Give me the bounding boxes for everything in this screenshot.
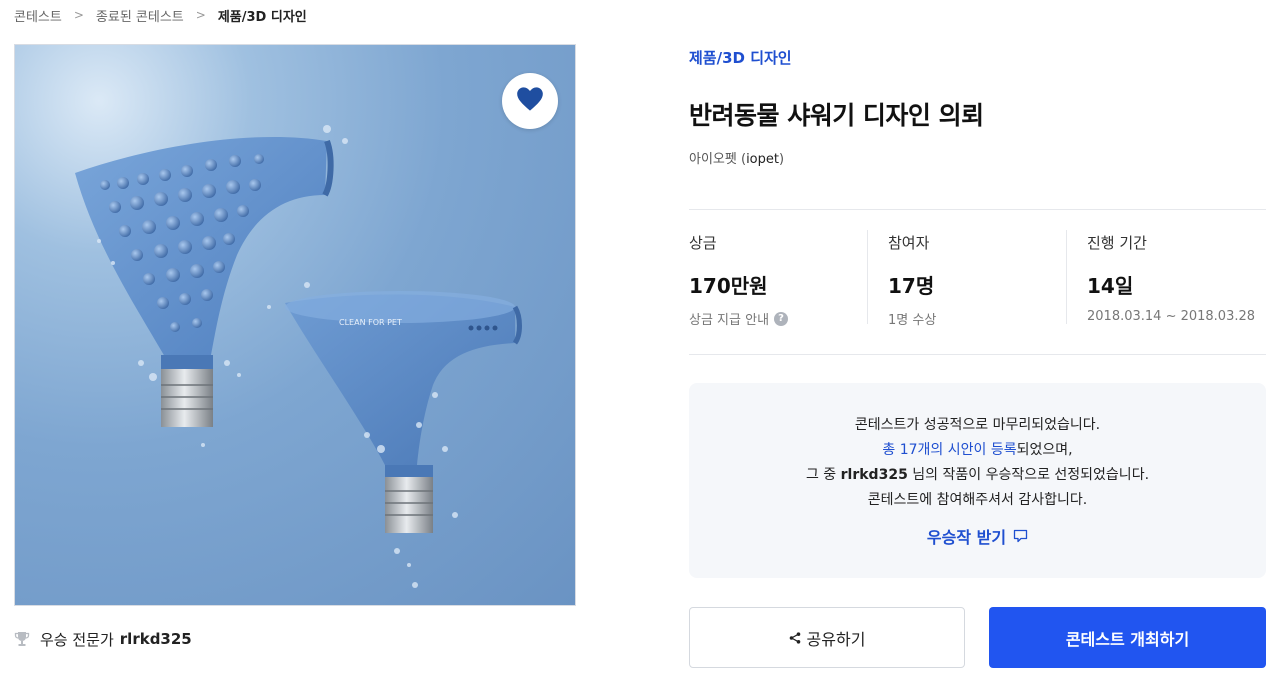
notice-line-3: 그 중 rlrkd325 님의 작품이 우승작으로 선정되었습니다. <box>689 463 1266 488</box>
contest-complete-notice: 콘테스트가 성공적으로 마무리되었습니다. 총 17개의 시안이 등록되었으며,… <box>689 383 1266 578</box>
right-shower-connector <box>385 477 433 533</box>
breadcrumb: 콘테스트 > 종료된 콘테스트 > 제품/3D 디자인 <box>14 6 307 25</box>
prize-payment-guide-label: 상금 지급 안내 <box>689 313 770 328</box>
notice-winner-name: rlrkd325 <box>840 467 908 483</box>
stat-participants-label: 참여자 <box>888 234 930 252</box>
stat-duration: 진행 기간 14일 2018.03.14 ~ 2018.03.28 <box>1087 230 1266 326</box>
comment-icon <box>1013 529 1028 543</box>
notice-line-2: 총 17개의 시안이 등록되었으며, <box>689 438 1266 463</box>
left-shower-connector <box>161 369 213 427</box>
notice-line-1: 콘테스트가 성공적으로 마무리되었습니다. <box>854 417 1101 433</box>
help-icon[interactable]: ? <box>774 311 789 326</box>
winner-row: 우승 전문가 rlrkd325 <box>14 627 192 651</box>
trophy-icon <box>14 631 30 647</box>
host-name: 아이오펫 <box>689 152 737 167</box>
product-print-text: CLEAN FOR PET <box>339 318 402 327</box>
stat-participants-sub: 1명 수상 <box>888 313 937 328</box>
stat-duration-label: 진행 기간 <box>1087 234 1147 252</box>
stat-duration-dates: 2018.03.14 ~ 2018.03.28 <box>1087 309 1256 324</box>
divider <box>689 209 1266 210</box>
host-id: iopet <box>746 152 779 167</box>
prize-payment-guide[interactable]: 상금 지급 안내 ? <box>689 309 859 328</box>
share-button[interactable]: 공유하기 <box>689 607 965 668</box>
winner-name[interactable]: rlrkd325 <box>120 630 192 648</box>
contest-category[interactable]: 제품/3D 디자인 <box>689 47 792 68</box>
notice-line-3-pre: 그 중 <box>805 467 841 483</box>
contest-title: 반려동물 샤워기 디자인 의뢰 <box>689 101 984 130</box>
submission-count-link[interactable]: 총 17개의 시안이 등록 <box>882 442 1016 458</box>
chevron-right-icon: > <box>195 8 206 22</box>
get-winning-work-link[interactable]: 우승작 받기 <box>927 524 1028 548</box>
stat-prize-label: 상금 <box>689 234 717 252</box>
divider <box>689 354 1266 355</box>
stat-duration-value: 14일 <box>1087 274 1134 298</box>
like-button[interactable] <box>502 73 558 129</box>
stat-prize-value: 170만원 <box>689 274 768 298</box>
notice-line-4: 콘테스트에 참여해주셔서 감사합니다. <box>867 492 1088 508</box>
notice-line-2-rest: 되었으며, <box>1016 442 1073 458</box>
stat-participants: 참여자 17명 1명 수상 <box>888 230 1058 328</box>
stat-prize: 상금 170만원 상금 지급 안내 ? <box>689 230 859 328</box>
pet-shower-illustration: CLEAN FOR PET <box>75 125 522 588</box>
share-button-label: 공유하기 <box>806 629 866 649</box>
breadcrumb-contest[interactable]: 콘테스트 <box>14 6 62 25</box>
share-icon <box>789 631 801 644</box>
host-contest-button[interactable]: 콘테스트 개최하기 <box>989 607 1266 668</box>
stat-divider <box>867 230 868 324</box>
contest-host: 아이오펫 (iopet) <box>689 152 785 167</box>
host-contest-button-label: 콘테스트 개최하기 <box>1065 629 1190 649</box>
breadcrumb-product-3d-design[interactable]: 제품/3D 디자인 <box>218 6 307 25</box>
heart-icon <box>516 86 544 116</box>
winner-label: 우승 전문가 <box>40 630 114 649</box>
stat-divider <box>1066 230 1067 324</box>
notice-line-3-post: 님의 작품이 우승작으로 선정되었습니다. <box>907 467 1150 483</box>
chevron-right-icon: > <box>73 8 84 22</box>
stat-participants-value: 17명 <box>888 274 935 298</box>
contest-winner-image[interactable]: CLEAN FOR PET <box>14 44 576 606</box>
get-winning-work-label: 우승작 받기 <box>926 528 1007 547</box>
breadcrumb-ended-contests[interactable]: 종료된 콘테스트 <box>96 6 184 25</box>
